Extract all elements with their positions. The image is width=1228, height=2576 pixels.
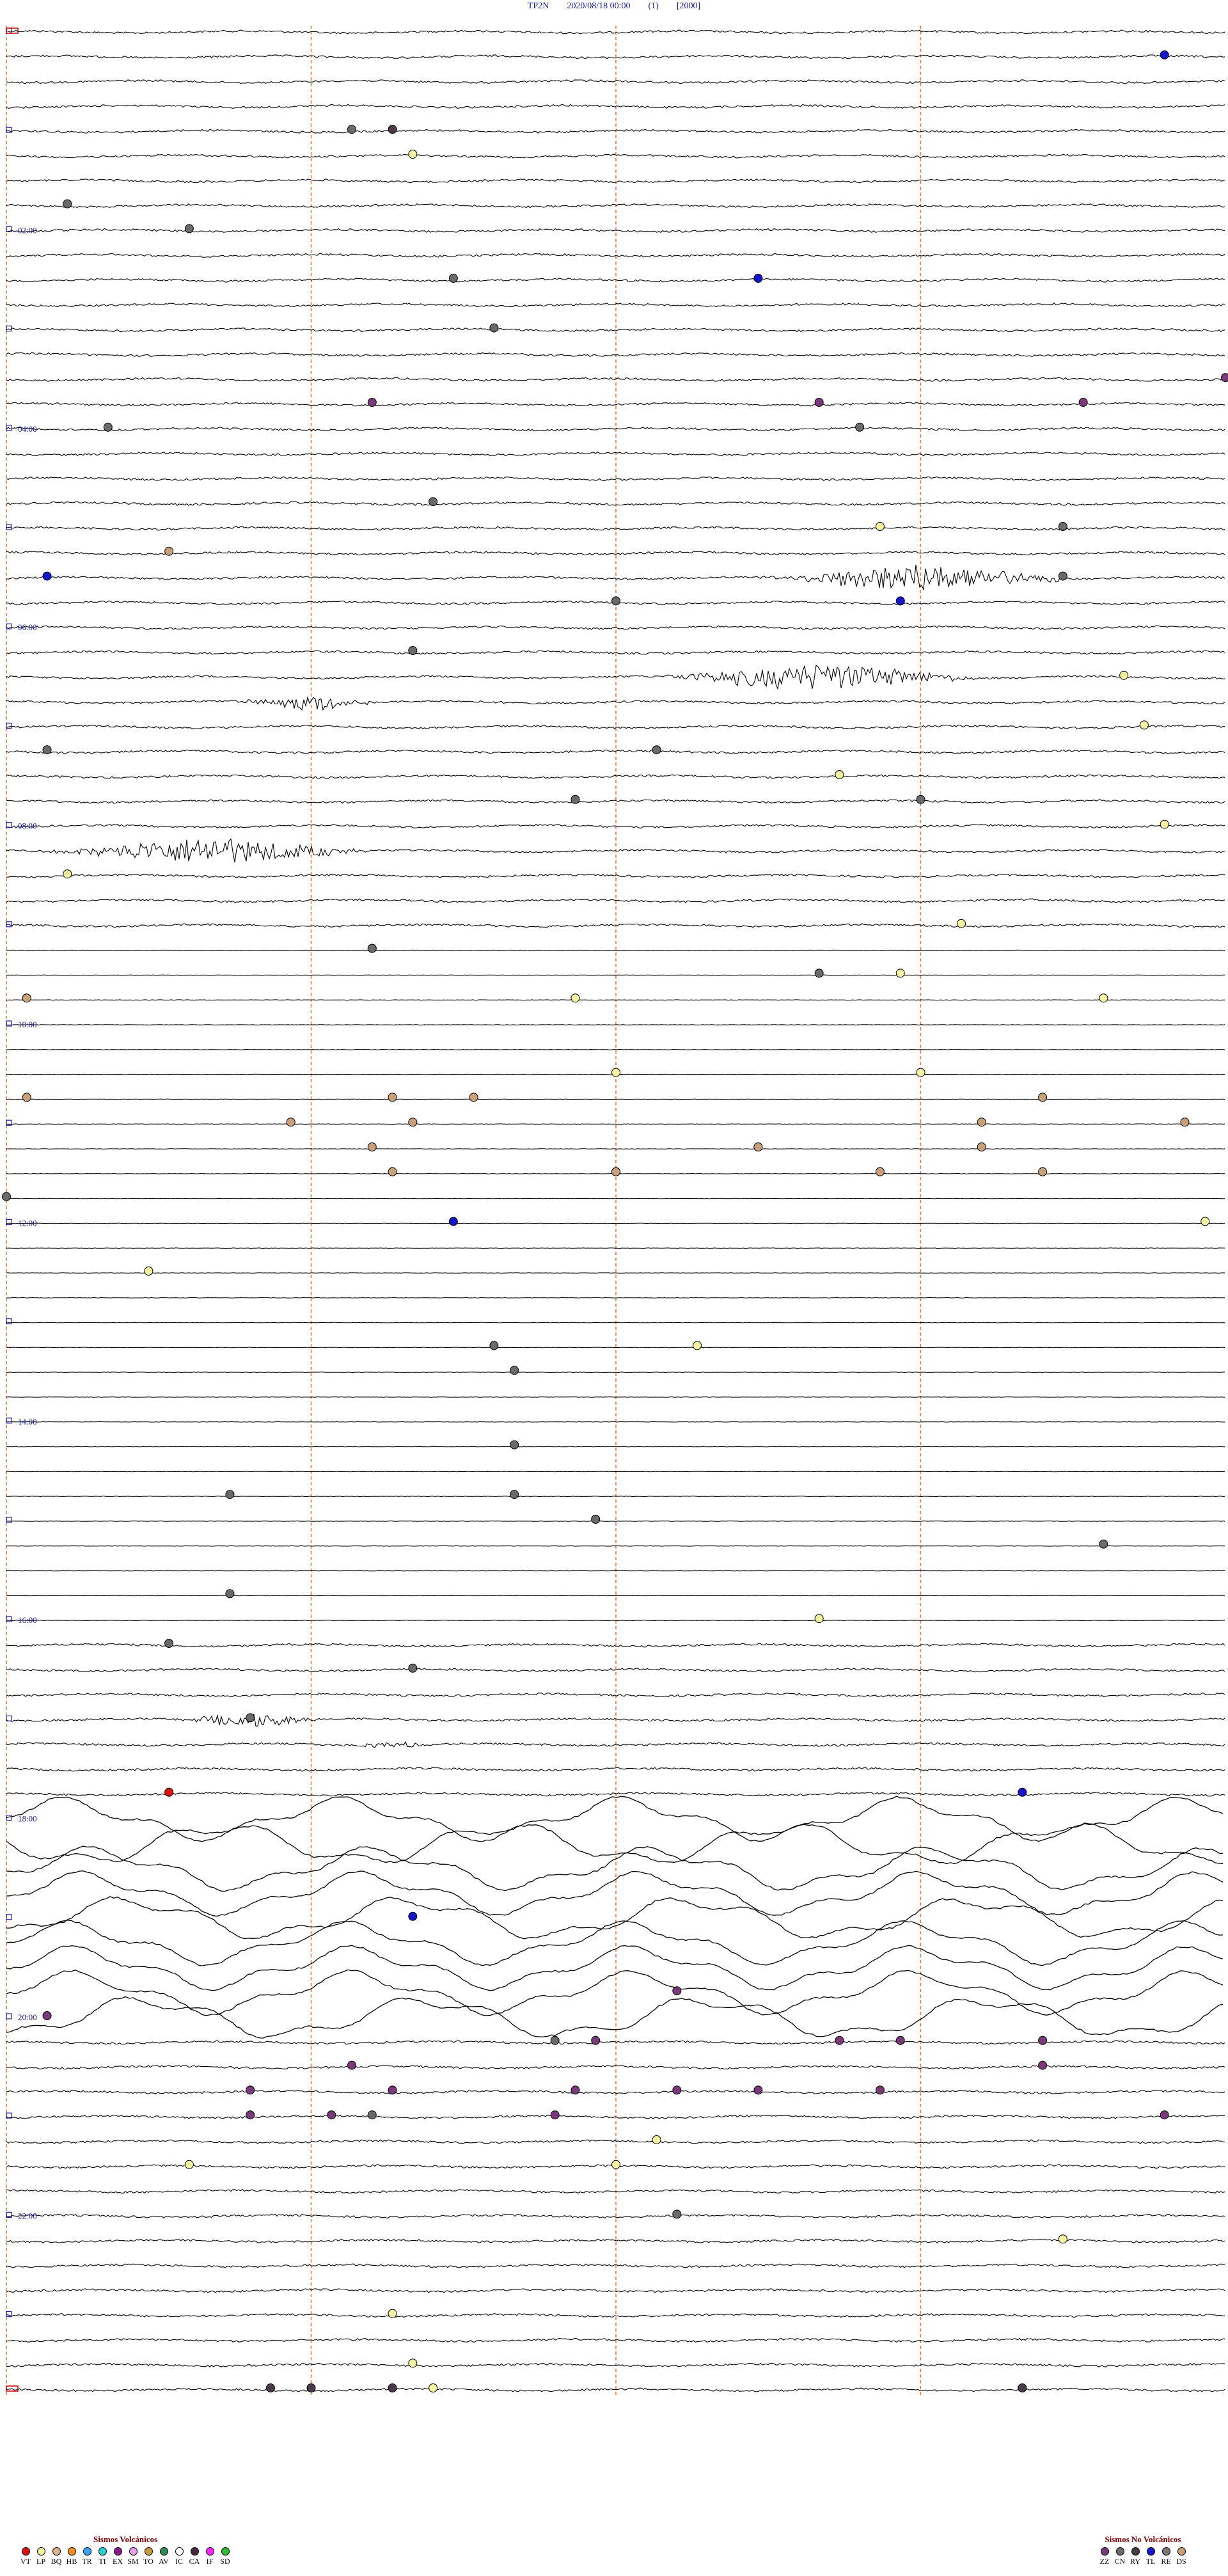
legend-nonvolcanic-code-re: RE bbox=[1161, 2557, 1171, 2566]
legend-volcanic-item-tr: TR bbox=[79, 2547, 95, 2566]
legend-volcanic-item-vt: VT bbox=[18, 2547, 33, 2566]
legend-volcanic-code-if: IF bbox=[206, 2557, 214, 2566]
legend-nonvolcanic-code-tl: TL bbox=[1145, 2557, 1156, 2566]
legend-volcanic-dot-tr bbox=[83, 2547, 91, 2556]
legend-nonvolcanic-item-re: RE bbox=[1158, 2547, 1174, 2566]
legend-volcanic-code-ic: IC bbox=[175, 2557, 183, 2566]
legend-volcanic-code-av: AV bbox=[159, 2557, 169, 2566]
legend-nonvolcanic-dot-ds bbox=[1177, 2547, 1186, 2556]
legend-volcanic-code-tr: TR bbox=[82, 2557, 92, 2566]
legend-volcanic-item-ca: CA bbox=[187, 2547, 202, 2566]
legend-nonvolcanic-item-zz: ZZ bbox=[1097, 2547, 1112, 2566]
legend-volcanic-dot-sm bbox=[129, 2547, 138, 2556]
legend-volcanic-code-ca: CA bbox=[189, 2557, 200, 2566]
legend-nonvolcanic-code-cn: CN bbox=[1114, 2557, 1126, 2566]
hour-label-1800: 18:00 bbox=[18, 1814, 37, 1824]
legend-volcanic-dot-ti bbox=[98, 2547, 107, 2556]
legend-volcanic-code-lp: LP bbox=[36, 2557, 45, 2566]
legend-volcanic-code-vt: VT bbox=[20, 2557, 31, 2566]
legend-volcanic-item-bq: BQ bbox=[49, 2547, 64, 2566]
legend-volcanic-dot-ca bbox=[190, 2547, 199, 2556]
helicorder-plot: 02:00 04:00 06:00 08:00 10:00 12:00 14:00 16:00… bbox=[2, 26, 1228, 2396]
legend-nonvolcanic: Sismos No Volcánicos ZZ CN RY TL RE DS bbox=[1097, 2534, 1189, 2566]
hour-label-0800: 08:00 bbox=[18, 821, 37, 831]
hour-label-2000: 20:00 bbox=[18, 2012, 37, 2022]
legend-nonvolcanic-code-zz: ZZ bbox=[1099, 2557, 1110, 2566]
legend-volcanic-dot-lp bbox=[36, 2547, 45, 2556]
legend-volcanic-items: VT LP BQ HB TR TI EX SM TO AV IC CA IF SD bbox=[18, 2547, 233, 2566]
legend-volcanic-code-sd: SD bbox=[220, 2557, 230, 2566]
legend-volcanic-dot-vt bbox=[21, 2547, 30, 2556]
legend-volcanic-dot-to bbox=[144, 2547, 153, 2556]
legend-volcanic-item-sm: SM bbox=[125, 2547, 141, 2566]
legend-nonvolcanic-dot-re bbox=[1161, 2547, 1170, 2556]
legend-nonvolcanic-dot-zz bbox=[1100, 2547, 1109, 2556]
legend-volcanic-item-ex: EX bbox=[110, 2547, 125, 2566]
legend-volcanic-dot-sd bbox=[221, 2547, 230, 2556]
legend-volcanic-dot-ic bbox=[175, 2547, 184, 2556]
legend-nonvolcanic-dot-tl bbox=[1146, 2547, 1155, 2556]
legend-volcanic: Sismos Volcánicos VT LP BQ HB TR TI EX SM TO AV IC… bbox=[18, 2534, 233, 2566]
legend-volcanic-item-sd: SD bbox=[217, 2547, 233, 2566]
legend-nonvolcanic-item-ry: RY bbox=[1128, 2547, 1143, 2566]
hour-label-0400: 04:00 bbox=[18, 424, 37, 434]
legend-volcanic-code-bq: BQ bbox=[51, 2557, 62, 2566]
legend-volcanic-item-ti: TI bbox=[95, 2547, 110, 2566]
legend-volcanic-code-ti: TI bbox=[98, 2557, 106, 2566]
legend-volcanic-item-to: TO bbox=[141, 2547, 156, 2566]
legend-volcanic-dot-if bbox=[205, 2547, 214, 2556]
hour-label-0600: 06:00 bbox=[18, 622, 37, 632]
legend-volcanic-item-av: AV bbox=[156, 2547, 171, 2566]
legend-nonvolcanic-item-ds: DS bbox=[1174, 2547, 1189, 2566]
legend-volcanic-item-lp: LP bbox=[33, 2547, 49, 2566]
legend-volcanic-dot-hb bbox=[67, 2547, 76, 2556]
legend-nonvolcanic-code-ds: DS bbox=[1176, 2557, 1186, 2566]
legend-volcanic-dot-ex bbox=[113, 2547, 122, 2556]
legend-nonvolcanic-title: Sismos No Volcánicos bbox=[1105, 2534, 1181, 2544]
hour-label-0200: 02:00 bbox=[18, 225, 37, 235]
legend-nonvolcanic-items: ZZ CN RY TL RE DS bbox=[1097, 2547, 1189, 2566]
legend-nonvolcanic-code-ry: RY bbox=[1130, 2557, 1140, 2566]
hour-label-1600: 16:00 bbox=[18, 1615, 37, 1625]
hour-label-1000: 10:00 bbox=[18, 1020, 37, 1029]
legend-nonvolcanic-dot-cn bbox=[1115, 2547, 1124, 2556]
legend-volcanic-item-if: IF bbox=[202, 2547, 217, 2566]
legend-volcanic-code-sm: SM bbox=[127, 2557, 139, 2566]
hour-label-1400: 14:00 bbox=[18, 1417, 37, 1426]
legend-volcanic-item-hb: HB bbox=[64, 2547, 79, 2566]
legend-volcanic-code-to: TO bbox=[143, 2557, 154, 2566]
legend-nonvolcanic-dot-ry bbox=[1131, 2547, 1140, 2556]
legend-volcanic-dot-bq bbox=[52, 2547, 61, 2556]
hour-label-2200: 22:00 bbox=[18, 2211, 37, 2220]
legend-nonvolcanic-item-tl: TL bbox=[1143, 2547, 1158, 2566]
legend-volcanic-code-hb: HB bbox=[66, 2557, 77, 2566]
legend-volcanic-item-ic: IC bbox=[171, 2547, 187, 2566]
legend-volcanic-title: Sismos Volcánicos bbox=[93, 2534, 158, 2544]
legend-volcanic-dot-av bbox=[159, 2547, 168, 2556]
legend-nonvolcanic-item-cn: CN bbox=[1112, 2547, 1128, 2566]
legend-volcanic-code-ex: EX bbox=[113, 2557, 123, 2566]
hour-label-1200: 12:00 bbox=[18, 1218, 37, 1228]
